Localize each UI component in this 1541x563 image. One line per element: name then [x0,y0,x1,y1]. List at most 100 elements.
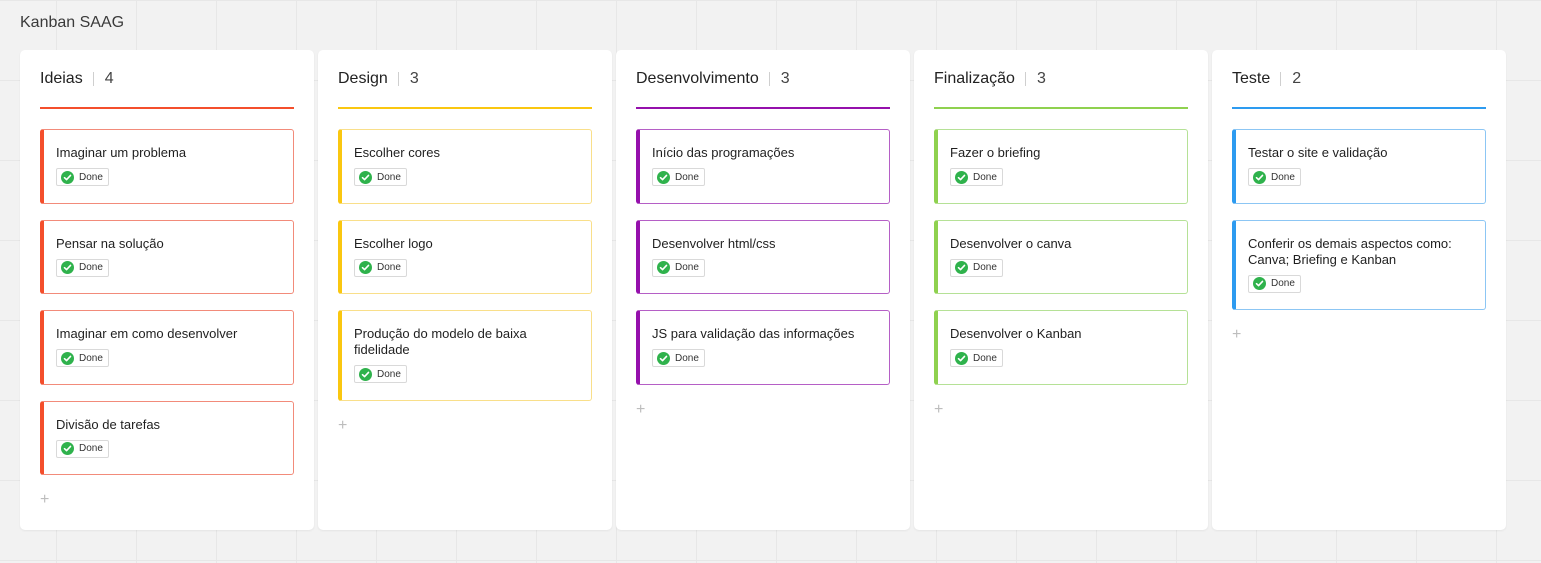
column-title[interactable]: Desenvolvimento [636,70,759,88]
column-color-line [338,107,592,109]
status-tag-label: Done [377,368,401,380]
check-circle-icon [657,261,670,274]
kanban-card[interactable]: Produção do modelo de baixa fidelidade Do… [338,310,592,401]
status-tag-label: Done [675,171,699,183]
status-tag[interactable]: Done [56,258,109,277]
column-color-line [934,107,1188,109]
kanban-card[interactable]: JS para validação das informações Done [636,310,890,385]
kanban-card[interactable]: Imaginar um problema Done [40,129,294,204]
column-color-line [40,107,294,109]
check-circle-icon [955,351,968,365]
status-tag[interactable]: Done [652,349,705,367]
column-header[interactable]: Ideias 4 [40,50,294,107]
status-tag[interactable]: Done [950,349,1003,367]
kanban-card[interactable]: Imaginar em como desenvolver Done [40,310,294,385]
check-circle-icon [955,261,968,274]
add-card-button[interactable]: + [934,401,948,418]
status-tag[interactable]: Done [56,439,109,458]
column-color-line [1232,107,1486,109]
status-tag[interactable]: Done [56,349,109,367]
card-title[interactable]: Imaginar em como desenvolver [56,326,281,342]
kanban-card[interactable]: Início das programações Done [636,129,890,204]
card-title[interactable]: Pensar na solução [56,236,281,252]
kanban-card[interactable]: Conferir os demais aspectos como: Canva;… [1232,219,1486,310]
card-title[interactable]: Escolher logo [354,236,579,252]
status-tag-label: Done [79,262,103,273]
check-circle-icon [359,261,372,274]
header-divider [1024,71,1026,86]
column-count: 4 [104,69,114,87]
status-tag-label: Done [675,352,699,364]
kanban-card[interactable]: Pensar na solução Done [40,219,294,294]
status-tag-label: Done [377,171,401,183]
status-tag[interactable]: Done [1248,274,1301,293]
column-count: 3 [780,69,790,87]
kanban-card[interactable]: Testar o site e validação Done [1232,129,1486,204]
card-title[interactable]: Desenvolver html/css [652,236,877,252]
header-divider [768,71,770,86]
status-tag[interactable]: Done [652,168,705,186]
status-tag[interactable]: Done [950,168,1003,186]
card-title[interactable]: Início das programações [652,145,877,161]
kanban-card[interactable]: Divisão de tarefas Done [40,400,294,475]
status-tag-label: Done [377,262,401,273]
column-header[interactable]: Teste 2 [1232,50,1486,107]
add-card-button[interactable]: + [636,401,650,418]
kanban-card[interactable]: Escolher cores Done [338,129,592,204]
column-color-line [636,107,890,109]
card-title[interactable]: Produção do modelo de baixa fidelidade [354,326,579,358]
check-circle-icon [61,442,74,455]
card-title[interactable]: Escolher cores [354,145,579,161]
status-tag-label: Done [973,262,997,273]
kanban-card[interactable]: Desenvolver o canva Done [934,219,1188,294]
status-tag[interactable]: Done [56,168,109,186]
card-title[interactable]: Divisão de tarefas [56,417,281,433]
kanban-card[interactable]: Escolher logo Done [338,219,592,294]
check-circle-icon [61,351,74,365]
check-circle-icon [955,170,968,184]
card-title[interactable]: Desenvolver o canva [950,236,1175,252]
column-header[interactable]: Finalização 3 [934,50,1188,107]
header-divider [92,71,94,86]
column-title[interactable]: Ideias [40,70,83,88]
status-tag[interactable]: Done [354,258,407,277]
status-tag[interactable]: Done [652,258,705,277]
status-tag-label: Done [675,262,699,273]
add-card-button[interactable]: + [338,417,352,434]
card-title[interactable]: Fazer o briefing [950,145,1175,161]
kanban-card[interactable]: Desenvolver o Kanban Done [934,310,1188,385]
status-tag[interactable]: Done [354,365,407,383]
column-title[interactable]: Design [338,70,388,88]
kanban-card[interactable]: Desenvolver html/css Done [636,219,890,294]
card-title[interactable]: Testar o site e validação [1248,145,1473,161]
status-tag[interactable]: Done [1248,168,1301,186]
check-circle-icon [61,170,74,184]
kanban-card[interactable]: Fazer o briefing Done [934,129,1188,204]
card-title[interactable]: Imaginar um problema [56,145,281,161]
check-circle-icon [1253,277,1266,290]
board-title[interactable]: Kanban SAAG [20,14,124,32]
header-divider [397,71,399,86]
add-card-button[interactable]: + [40,492,54,508]
column-header[interactable]: Desenvolvimento 3 [636,50,890,107]
card-title[interactable]: JS para validação das informações [652,326,877,342]
status-tag[interactable]: Done [950,258,1003,277]
column-header[interactable]: Design 3 [338,50,592,107]
check-circle-icon [1253,170,1266,184]
column-count: 2 [1292,69,1302,87]
card-title[interactable]: Conferir os demais aspectos como: Canva;… [1248,236,1473,268]
column-title[interactable]: Finalização [934,70,1015,88]
status-tag-label: Done [973,352,997,364]
add-card-button[interactable]: + [1232,327,1246,343]
header-divider [1280,71,1282,86]
status-tag[interactable]: Done [354,168,407,186]
status-tag-label: Done [79,443,103,454]
status-tag-label: Done [1271,278,1295,289]
status-tag-label: Done [79,171,103,183]
check-circle-icon [61,261,74,274]
column-title[interactable]: Teste [1232,70,1270,88]
kanban-column: Design 3 Escolher cores Done Escolher logo Do… [318,50,612,530]
card-title[interactable]: Desenvolver o Kanban [950,326,1175,342]
kanban-column: Desenvolvimento 3 Início das programações D… [616,50,910,530]
check-circle-icon [657,170,670,184]
